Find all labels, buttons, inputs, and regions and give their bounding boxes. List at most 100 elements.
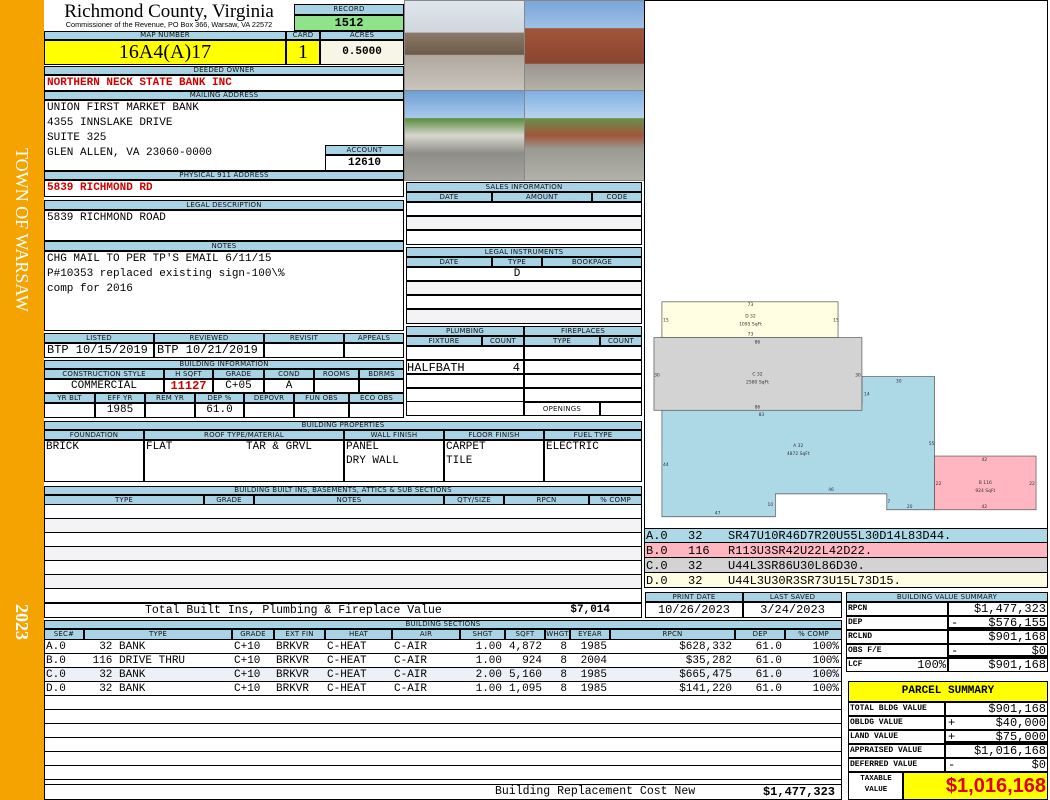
builtins-row	[44, 547, 642, 561]
section-cell: 1,095	[508, 683, 542, 695]
review-value: BTP 10/15/2019	[44, 343, 154, 358]
building-info-header: BDRMS	[359, 369, 404, 379]
record-number: 1512	[294, 15, 404, 31]
fireplaces-label: FIREPLACES	[524, 326, 642, 336]
section-cell: 61.0	[755, 641, 782, 653]
section-row	[44, 696, 842, 710]
parcel-summary-label: TOTAL BLDG VALUE	[850, 704, 927, 713]
building-info-value	[314, 379, 359, 393]
value-summary-value: $0	[1031, 644, 1046, 657]
parcel-summary-label: DEFERRED VALUE	[850, 760, 918, 769]
legend-vectors: SR47U10R46D7R20U55L30D14L83D44.	[728, 529, 952, 542]
fireplaces-row	[524, 374, 642, 388]
sketch-dimension: 42	[981, 457, 987, 463]
section-cell: C-HEAT	[327, 683, 367, 695]
building-info-value	[349, 403, 404, 418]
instruments-header: TYPE	[492, 257, 542, 267]
record-label: RECORD	[294, 4, 404, 15]
building-info-value: C+05	[213, 379, 264, 393]
notes-line: P#10353 replaced existing sign-100\%	[47, 268, 285, 280]
card-label: CARD	[286, 31, 320, 40]
sketch-area-sqft: 1095 SqFt	[739, 322, 762, 328]
instruments-row	[406, 295, 642, 309]
sketch-dimension: 46	[828, 487, 834, 493]
section-cell: C+10	[234, 641, 261, 653]
review-header: REVIEWED	[154, 333, 264, 343]
section-cell: 100%	[812, 683, 839, 695]
section-cell: C.0	[46, 669, 66, 681]
plumbing-row	[406, 346, 524, 360]
parcel-summary-label: APPRAISED VALUE	[850, 746, 923, 755]
sketch-dimension: 86	[755, 340, 761, 346]
properties-header: FLOOR FINISH	[444, 430, 544, 440]
section-row	[44, 766, 842, 780]
section-cell: C+10	[234, 683, 261, 695]
sketch-dimension: 15	[663, 318, 669, 324]
building-info-value: 11127	[164, 379, 213, 393]
building-properties-label: BUILDING PROPERTIES	[44, 421, 642, 430]
sketch-dimension: 83	[759, 412, 765, 418]
deeded-owner: NORTHERN NECK STATE BANK INC	[44, 75, 404, 91]
section-cell: C-AIR	[394, 683, 428, 695]
section-row	[44, 710, 842, 724]
notes-label: NOTES	[44, 241, 404, 251]
builtins-header: % COMP	[589, 495, 642, 505]
value-summary-value: $901,168	[988, 630, 1046, 643]
sections-header: SHGT	[460, 629, 505, 640]
section-cell: 1.00	[475, 683, 502, 695]
review-header: APPEALS	[344, 333, 404, 343]
building-info-header: ROOMS	[314, 369, 359, 379]
building-sections-label: BUILDING SECTIONS	[44, 620, 842, 629]
lcf-percent: 100%	[917, 658, 946, 671]
town-band: TOWN OF WARSAW 2023	[0, 0, 44, 800]
account-number: 12610	[325, 155, 404, 171]
instrument-type: D	[513, 268, 521, 280]
section-cell: 61.0	[755, 669, 782, 681]
building-value-summary-label: BUILDING VALUE SUMMARY	[846, 592, 1048, 602]
notes-line: CHG MAIL TO PER TP'S EMAIL 6/11/15	[47, 253, 272, 265]
parcel-summary-value: $901,168	[988, 702, 1046, 715]
legend-section: B.0	[646, 544, 668, 557]
legend-section: A.0	[646, 529, 668, 542]
section-cell: B.0	[46, 655, 66, 667]
builtins-total-label: Total Built Ins, Plumbing & Fireplace Va…	[145, 604, 442, 617]
sketch-area-label: C 32	[752, 371, 762, 377]
value-summary-value: $901,168	[988, 658, 1046, 671]
legend-section: C.0	[646, 559, 668, 572]
roof-type-value: FLAT	[146, 441, 173, 453]
property-photo	[524, 90, 645, 181]
parcel-summary-value: $75,000	[995, 730, 1046, 743]
review-header: REVISIT	[264, 333, 344, 343]
sales-row	[406, 216, 642, 230]
sketch-dimension: 42	[981, 504, 987, 510]
sections-header: GRADE	[232, 629, 274, 640]
building-info-header: CONSTRUCTION STYLE	[44, 369, 164, 379]
sketch-area-label: B 116	[979, 480, 992, 486]
section-cell: 61.0	[755, 683, 782, 695]
builtins-header: NOTES	[254, 495, 444, 505]
builtins-header: QTY/SIZE	[444, 495, 504, 505]
sketch-dimension: 10	[768, 502, 774, 508]
sketch-dimension: 22	[1029, 481, 1035, 487]
building-info-value: A	[264, 379, 314, 393]
section-cell: 100%	[812, 655, 839, 667]
tax-year: 2023	[12, 604, 32, 640]
section-cell: C-AIR	[394, 655, 428, 667]
sketch-area-sqft: 2580 SqFt	[746, 379, 769, 385]
builtins-row	[44, 589, 642, 603]
section-cell: 8	[560, 641, 567, 653]
building-sketch: D 32 1095 SqFt C 32 2580 SqFt A 32 4872 SqFt B…	[644, 0, 1048, 529]
sketch-area-sqft: 4872 SqFt	[787, 451, 810, 457]
value-summary-label: RPCN	[848, 604, 868, 613]
last-saved-label: LAST SAVED	[743, 592, 842, 602]
fuel-type-value: ELECTRIC	[546, 441, 599, 453]
section-cell: 32 BANK	[86, 669, 146, 681]
building-info-value	[244, 403, 294, 418]
sales-row	[406, 202, 642, 216]
sketch-dimension: 14	[864, 391, 870, 397]
sketch-dimension: 20	[907, 504, 913, 510]
deeded-owner-label: DEEDED OWNER	[44, 66, 404, 75]
openings-label: OPENINGS	[524, 402, 600, 416]
section-cell: $35,282	[685, 655, 732, 667]
legend-vectors: R113U3SR42U22L42D22.	[728, 544, 873, 557]
